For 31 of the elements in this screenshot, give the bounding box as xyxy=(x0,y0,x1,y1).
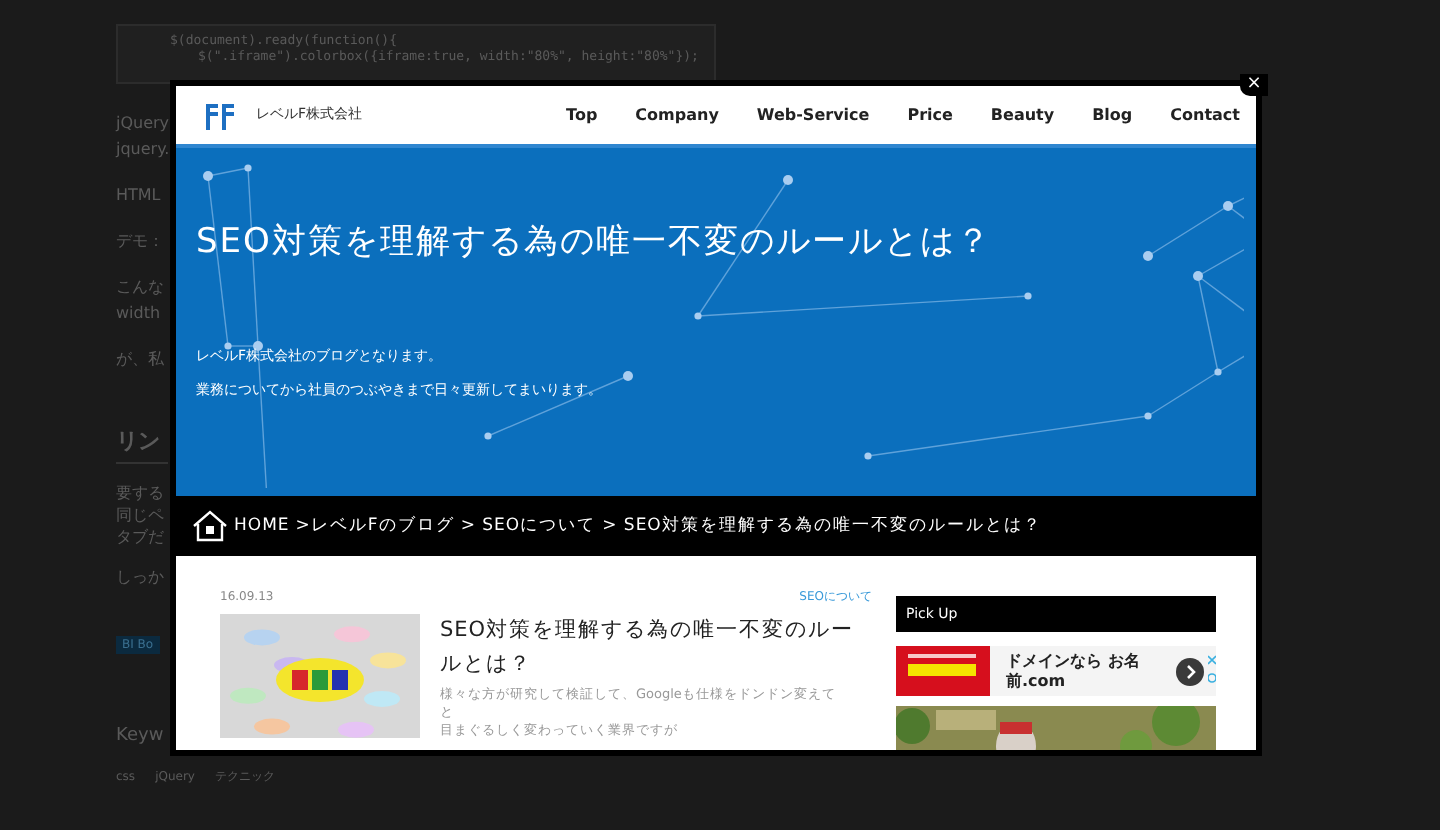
paragraph-text: width xyxy=(116,304,161,324)
paragraph-text: 同じペ xyxy=(116,506,164,524)
paragraph-text: タブだ xyxy=(116,528,164,546)
section-heading: Keyw xyxy=(116,726,164,746)
nav-link[interactable]: Contact xyxy=(1170,103,1240,127)
nav-link[interactable]: Blog xyxy=(1092,103,1133,127)
chevron-right-icon[interactable] xyxy=(1176,657,1204,685)
paragraph-text: しっか xyxy=(116,568,164,586)
close-button[interactable]: × xyxy=(1240,74,1268,96)
ad-text: ドメインなら お名前.com xyxy=(1006,651,1142,691)
nav-link[interactable]: Top xyxy=(566,103,598,127)
paragraph-text: jQuery xyxy=(116,114,170,134)
nav-link[interactable]: Web-Service xyxy=(756,103,870,127)
hero-title: SEO対策を理解する為の唯一不変のルールとは？ xyxy=(196,220,994,264)
section-heading: リン xyxy=(116,428,160,454)
breadcrumb-link[interactable]: > SEOについて xyxy=(460,513,597,539)
ad-banner[interactable]: ドメインなら お名前.com xyxy=(896,646,1216,696)
nav-link[interactable]: Beauty xyxy=(990,103,1055,127)
logo-icon xyxy=(204,99,236,131)
paragraph-text: jquery. xyxy=(116,140,170,160)
paragraph-text: こんな xyxy=(116,278,164,298)
post-title: SEO対策を理解する為の唯一不変のルールとは？ xyxy=(440,616,857,680)
breadcrumb-link[interactable]: HOME xyxy=(234,513,290,539)
nav-link[interactable]: Company xyxy=(635,103,719,127)
nav-link[interactable]: Price xyxy=(907,103,953,127)
paragraph-text: 要する xyxy=(116,484,164,502)
paragraph-text: が、私 xyxy=(116,350,164,370)
paragraph-text: HTML xyxy=(116,186,161,206)
paragraph-text: デモ： xyxy=(116,232,164,252)
home-icon xyxy=(192,510,228,542)
breadcrumb-link[interactable]: >レベルFのブログ xyxy=(295,513,455,539)
